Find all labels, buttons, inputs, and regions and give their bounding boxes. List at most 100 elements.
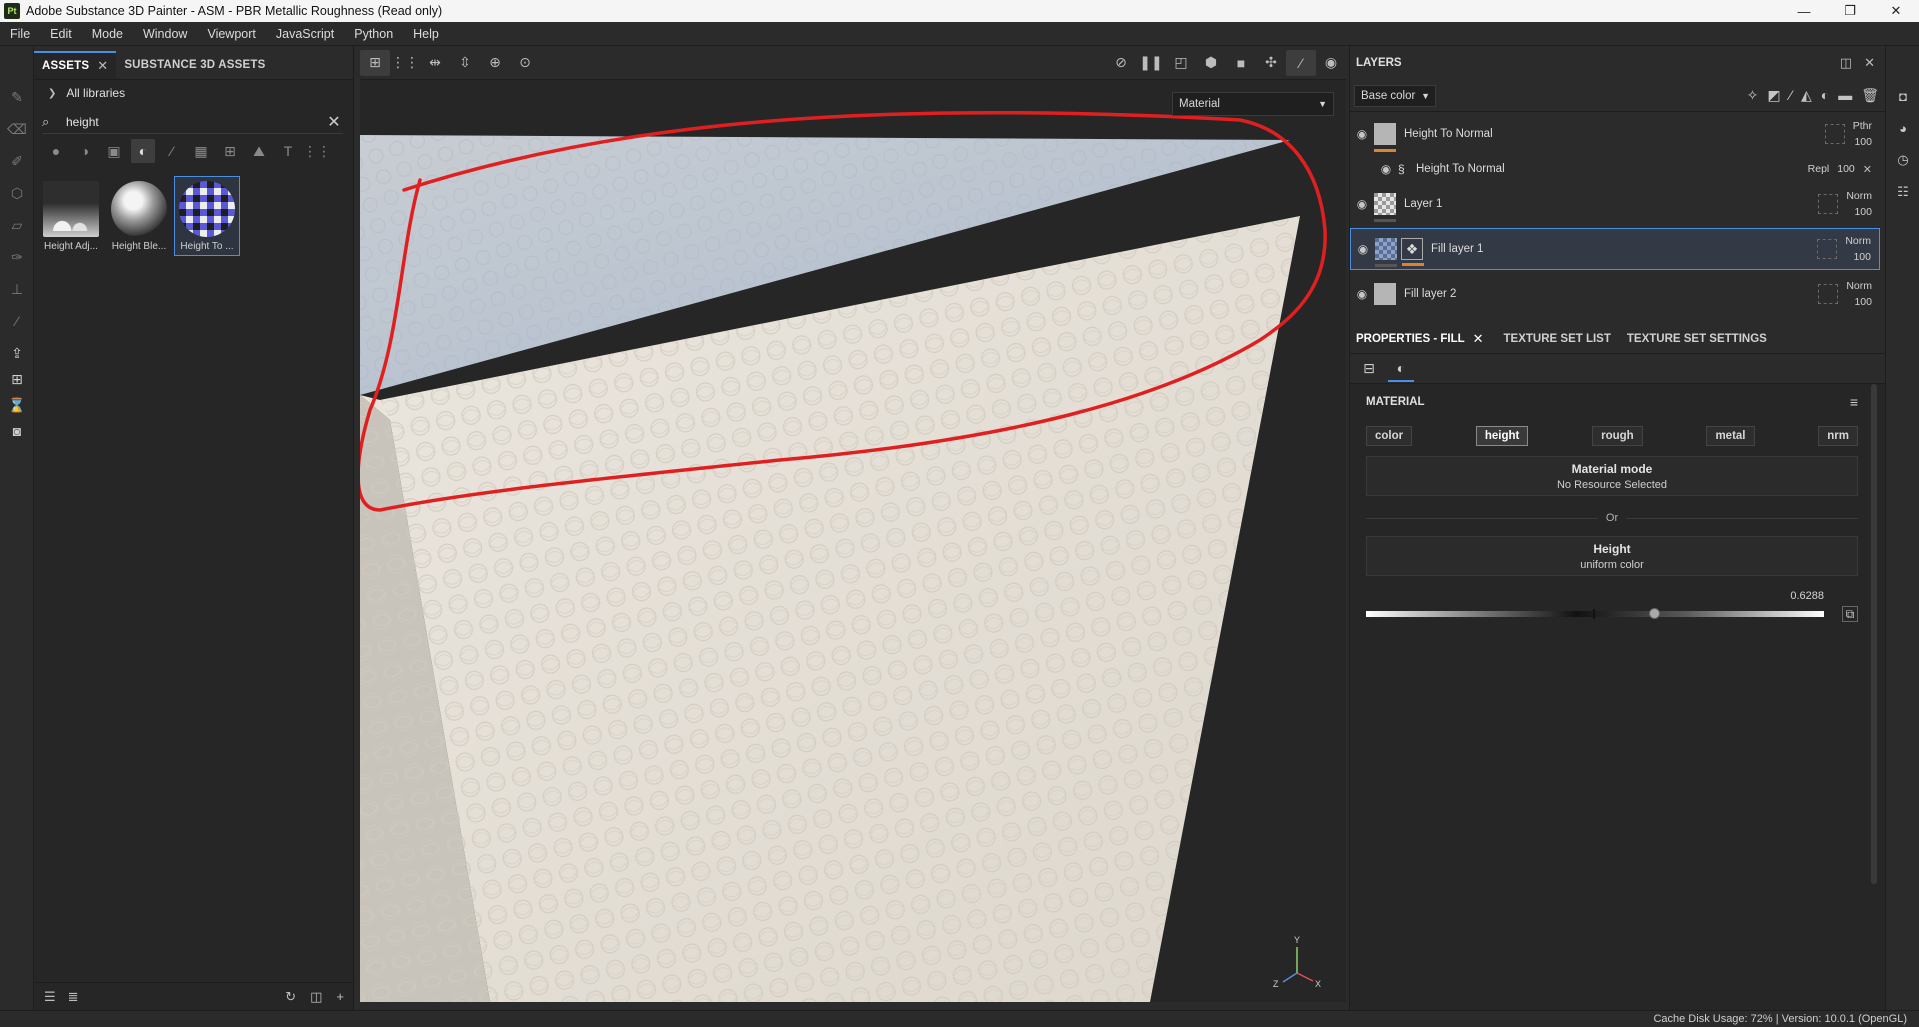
display-settings-icon[interactable]: ◙ bbox=[8, 422, 26, 440]
projection-icon[interactable]: ✐ bbox=[8, 152, 26, 170]
menu-javascript[interactable]: JavaScript bbox=[266, 27, 344, 41]
list-view-icon[interactable]: ☰ bbox=[44, 989, 56, 1005]
smudge-icon[interactable]: ✑ bbox=[8, 248, 26, 266]
details-view-icon[interactable]: ≣ bbox=[68, 989, 79, 1005]
minimize-button[interactable]: — bbox=[1781, 0, 1827, 22]
filter-materials-icon[interactable]: ● bbox=[44, 139, 68, 163]
slider-track[interactable] bbox=[1366, 611, 1824, 617]
add-smart-material-icon[interactable]: ◐ bbox=[1821, 87, 1829, 104]
color-picker-icon[interactable]: ⁄ bbox=[8, 312, 26, 330]
add-folder-icon[interactable]: ▬ bbox=[1838, 87, 1852, 104]
filter-smart-materials-icon[interactable]: ◑ bbox=[73, 139, 97, 163]
close-icon[interactable]: ✕ bbox=[1473, 331, 1484, 347]
slider-handle[interactable] bbox=[1648, 608, 1660, 619]
uv-tile-icon[interactable]: ⋮⋮ bbox=[390, 50, 420, 76]
channel-select[interactable]: Base color ▼ bbox=[1354, 84, 1436, 107]
menu-file[interactable]: File bbox=[0, 27, 40, 41]
mirror-x-icon[interactable]: ⇹ bbox=[420, 50, 450, 76]
eraser-icon[interactable]: ⌫ bbox=[7, 120, 27, 138]
filter-alphas-icon[interactable]: ⊞ bbox=[218, 139, 242, 163]
menu-help[interactable]: Help bbox=[403, 27, 449, 41]
refresh-icon[interactable]: ↻ bbox=[285, 989, 296, 1005]
asset-height-to-normal[interactable]: Height To ... bbox=[174, 176, 240, 256]
menu-edit[interactable]: Edit bbox=[40, 27, 82, 41]
channel-rough-button[interactable]: rough bbox=[1592, 426, 1643, 446]
channel-nrm-button[interactable]: nrm bbox=[1818, 426, 1858, 446]
visibility-eye-icon[interactable]: ◉ bbox=[1350, 127, 1374, 141]
opacity-value[interactable]: 100 bbox=[1854, 294, 1872, 310]
filter-environments-icon[interactable]: ⛰ bbox=[247, 139, 271, 163]
float-panel-icon[interactable]: ◫ bbox=[1840, 55, 1852, 71]
layer-row[interactable]: ◉ Layer 1 Norm 100 bbox=[1350, 184, 1880, 224]
blend-mode[interactable]: Norm bbox=[1846, 188, 1872, 204]
add-fill-layer-icon[interactable]: ◭ bbox=[1801, 87, 1812, 104]
menu-mode[interactable]: Mode bbox=[82, 27, 133, 41]
material-sphere-icon[interactable]: ◐ bbox=[1388, 356, 1414, 382]
filter-brushes-icon[interactable]: ⁄ bbox=[160, 139, 184, 163]
new-window-icon[interactable]: ◫ bbox=[310, 989, 322, 1005]
visibility-eye-icon[interactable]: ◉ bbox=[1351, 242, 1375, 256]
blend-mode[interactable]: Pthr bbox=[1853, 118, 1872, 134]
asset-height-blend[interactable]: Height Ble... bbox=[106, 176, 172, 256]
clear-search-icon[interactable]: ✕ bbox=[325, 112, 343, 132]
tab-texture-set-list[interactable]: TEXTURE SET LIST bbox=[1498, 324, 1617, 354]
layer-row[interactable]: ◉ Height To Normal Pthr 100 bbox=[1350, 114, 1880, 154]
asset-height-adjust[interactable]: Height Adj... bbox=[38, 176, 104, 256]
close-icon[interactable]: ✕ bbox=[97, 58, 108, 74]
tab-properties-fill[interactable]: PROPERTIES - FILL ✕ bbox=[1350, 324, 1490, 354]
history-icon[interactable]: ⊙ bbox=[510, 50, 540, 76]
filter-textures-icon[interactable]: ▦ bbox=[189, 139, 213, 163]
material-mode-card[interactable]: Material mode No Resource Selected bbox=[1366, 456, 1858, 496]
menu-viewport[interactable]: Viewport bbox=[197, 27, 265, 41]
height-slider[interactable]: ⧉ bbox=[1366, 606, 1858, 622]
channel-metal-button[interactable]: metal bbox=[1706, 426, 1755, 446]
mirror-y-icon[interactable]: ⇳ bbox=[450, 50, 480, 76]
maximize-button[interactable]: ❐ bbox=[1827, 0, 1873, 22]
geometry-mask-icon[interactable]: ⬡ bbox=[8, 184, 26, 202]
menu-window[interactable]: Window bbox=[133, 27, 197, 41]
pause-icon[interactable]: ❚❚ bbox=[1136, 50, 1166, 76]
polygon-fill-icon[interactable]: ▱ bbox=[8, 216, 26, 234]
mask-slot[interactable] bbox=[1818, 194, 1839, 214]
filter-masks-icon[interactable]: ▣ bbox=[102, 139, 126, 163]
cube-icon[interactable]: ⬢ bbox=[1196, 50, 1226, 76]
fill-mask-icon[interactable]: ❖ bbox=[1401, 238, 1424, 266]
section-menu-icon[interactable]: ≡ bbox=[1850, 394, 1858, 410]
paint-mode-icon[interactable]: ⁄ bbox=[1286, 49, 1316, 76]
height-slider-value[interactable]: 0.6288 bbox=[1366, 590, 1858, 602]
history-clock-icon[interactable]: ◷ bbox=[1895, 152, 1911, 168]
bake-icon[interactable]: ⊞ bbox=[8, 370, 26, 388]
blend-mode[interactable]: Norm bbox=[1846, 278, 1872, 294]
camera-icon[interactable]: ■ bbox=[1226, 50, 1256, 76]
screenshot-icon[interactable]: ◉ bbox=[1316, 50, 1346, 76]
add-mask-icon[interactable]: ◩ bbox=[1767, 87, 1780, 104]
tab-assets[interactable]: ASSETS ✕ bbox=[34, 51, 117, 79]
add-icon[interactable]: + bbox=[336, 989, 344, 1005]
layer-row-selected[interactable]: ◉ ❖ Fill layer 1 Norm 100 bbox=[1350, 228, 1880, 270]
paint-brush-icon[interactable]: ✎ bbox=[8, 88, 26, 106]
close-panel-icon[interactable]: ✕ bbox=[1864, 55, 1875, 71]
tab-texture-set-settings[interactable]: TEXTURE SET SETTINGS bbox=[1621, 324, 1773, 354]
display-settings-icon[interactable]: ◘ bbox=[1895, 88, 1911, 104]
visibility-eye-icon[interactable]: ◉ bbox=[1374, 162, 1398, 176]
close-window-button[interactable]: ✕ bbox=[1873, 0, 1919, 22]
bake-brush-icon[interactable]: ✣ bbox=[1256, 50, 1286, 76]
filter-text-icon[interactable]: T bbox=[276, 139, 300, 163]
delete-layer-icon[interactable]: 🗑 bbox=[1861, 87, 1879, 104]
height-card[interactable]: Height uniform color bbox=[1366, 536, 1858, 576]
slider-link-icon[interactable]: ⧉ bbox=[1842, 606, 1858, 622]
visibility-eye-icon[interactable]: ◉ bbox=[1350, 287, 1374, 301]
mask-slot[interactable] bbox=[1818, 284, 1839, 304]
clone-stamp-icon[interactable]: ⊥ bbox=[8, 280, 26, 298]
hourglass-icon[interactable]: ⌛ bbox=[8, 396, 26, 414]
channel-color-button[interactable]: color bbox=[1366, 426, 1413, 446]
add-frame-icon[interactable]: ⊕ bbox=[480, 50, 510, 76]
opacity-value[interactable]: 100 bbox=[1854, 134, 1872, 150]
viewport-material-select[interactable]: Material ▼ bbox=[1172, 92, 1334, 116]
mask-slot[interactable] bbox=[1817, 239, 1838, 259]
add-paint-layer-icon[interactable]: ⁄ bbox=[1790, 87, 1792, 104]
blend-mode[interactable]: Repl bbox=[1808, 163, 1830, 175]
export-icon[interactable]: ⇪ bbox=[8, 344, 26, 362]
menu-python[interactable]: Python bbox=[344, 27, 403, 41]
shader-settings-icon[interactable]: ◕ bbox=[1895, 120, 1911, 136]
